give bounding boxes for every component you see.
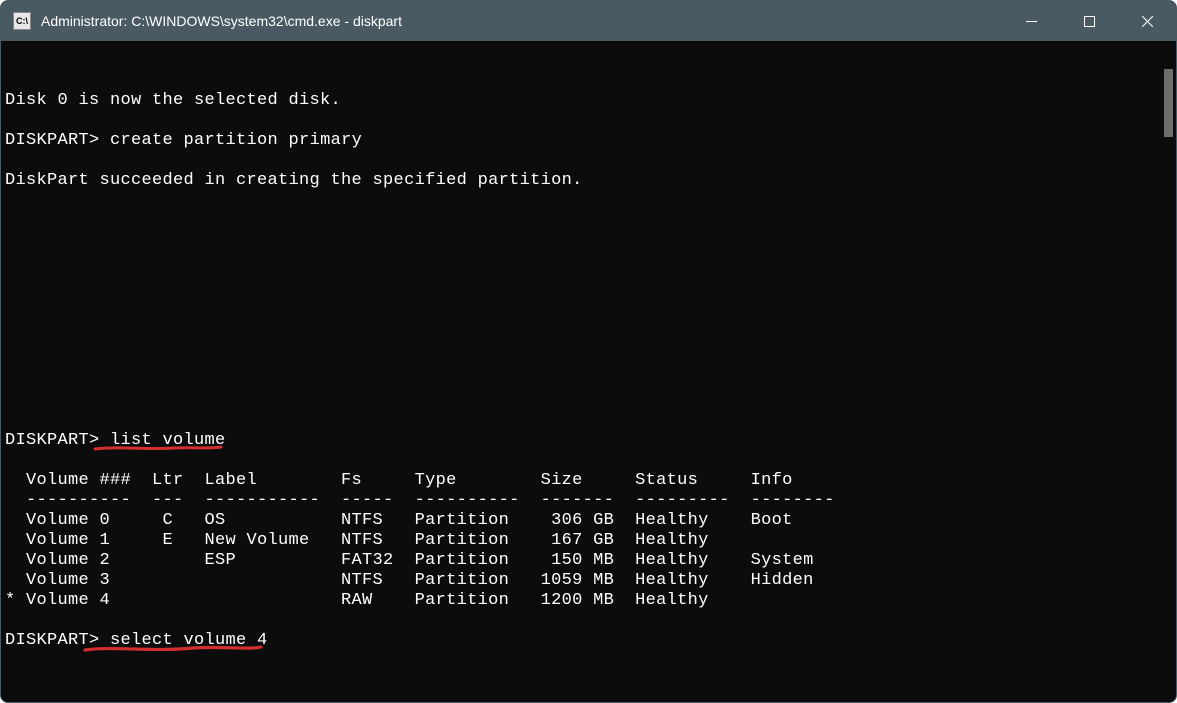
text-disk-selected: Disk 0 is now the selected disk. xyxy=(5,91,341,110)
output-line: Disk 0 is now the selected disk. DISKPAR… xyxy=(5,71,1157,191)
table-row: Volume 0 C OS NTFS Partition 306 GB Heal… xyxy=(5,511,793,530)
table-divider: ---------- --- ----------- ----- -------… xyxy=(5,491,835,510)
window-title: Administrator: C:\WINDOWS\system32\cmd.e… xyxy=(41,13,1002,29)
table-header: Volume ### Ltr Label Fs Type Size Status… xyxy=(5,471,793,490)
cmd-create-partition: create partition primary xyxy=(110,131,362,150)
window-controls xyxy=(1002,1,1176,41)
table-row: * Volume 4 RAW Partition 1200 MB Healthy xyxy=(5,591,709,610)
text-create-ok: DiskPart succeeded in creating the speci… xyxy=(5,171,583,190)
cmd-icon: C:\ xyxy=(13,12,31,30)
terminal-area: Disk 0 is now the selected disk. DISKPAR… xyxy=(1,41,1176,703)
table-row: Volume 1 E New Volume NTFS Partition 167… xyxy=(5,531,709,550)
output-line: DISKPART> list volume Volume ### Ltr Lab… xyxy=(5,411,1157,651)
prompt: DISKPART> xyxy=(5,431,100,450)
cmd-list-volume: list volume xyxy=(110,431,226,450)
prompt: DISKPART> xyxy=(5,631,100,650)
cmd-window: C:\ Administrator: C:\WINDOWS\system32\c… xyxy=(0,0,1177,703)
close-button[interactable] xyxy=(1118,1,1176,41)
titlebar[interactable]: C:\ Administrator: C:\WINDOWS\system32\c… xyxy=(1,1,1176,41)
scrollbar[interactable] xyxy=(1161,41,1176,703)
terminal-output[interactable]: Disk 0 is now the selected disk. DISKPAR… xyxy=(1,41,1161,703)
table-row: Volume 2 ESP FAT32 Partition 150 MB Heal… xyxy=(5,551,814,570)
minimize-button[interactable] xyxy=(1002,1,1060,41)
table-row: Volume 3 NTFS Partition 1059 MB Healthy … xyxy=(5,571,814,590)
prompt: DISKPART> xyxy=(5,131,100,150)
maximize-button[interactable] xyxy=(1060,1,1118,41)
cmd-select-volume: select volume 4 xyxy=(110,631,268,650)
scrollbar-thumb[interactable] xyxy=(1164,69,1173,137)
